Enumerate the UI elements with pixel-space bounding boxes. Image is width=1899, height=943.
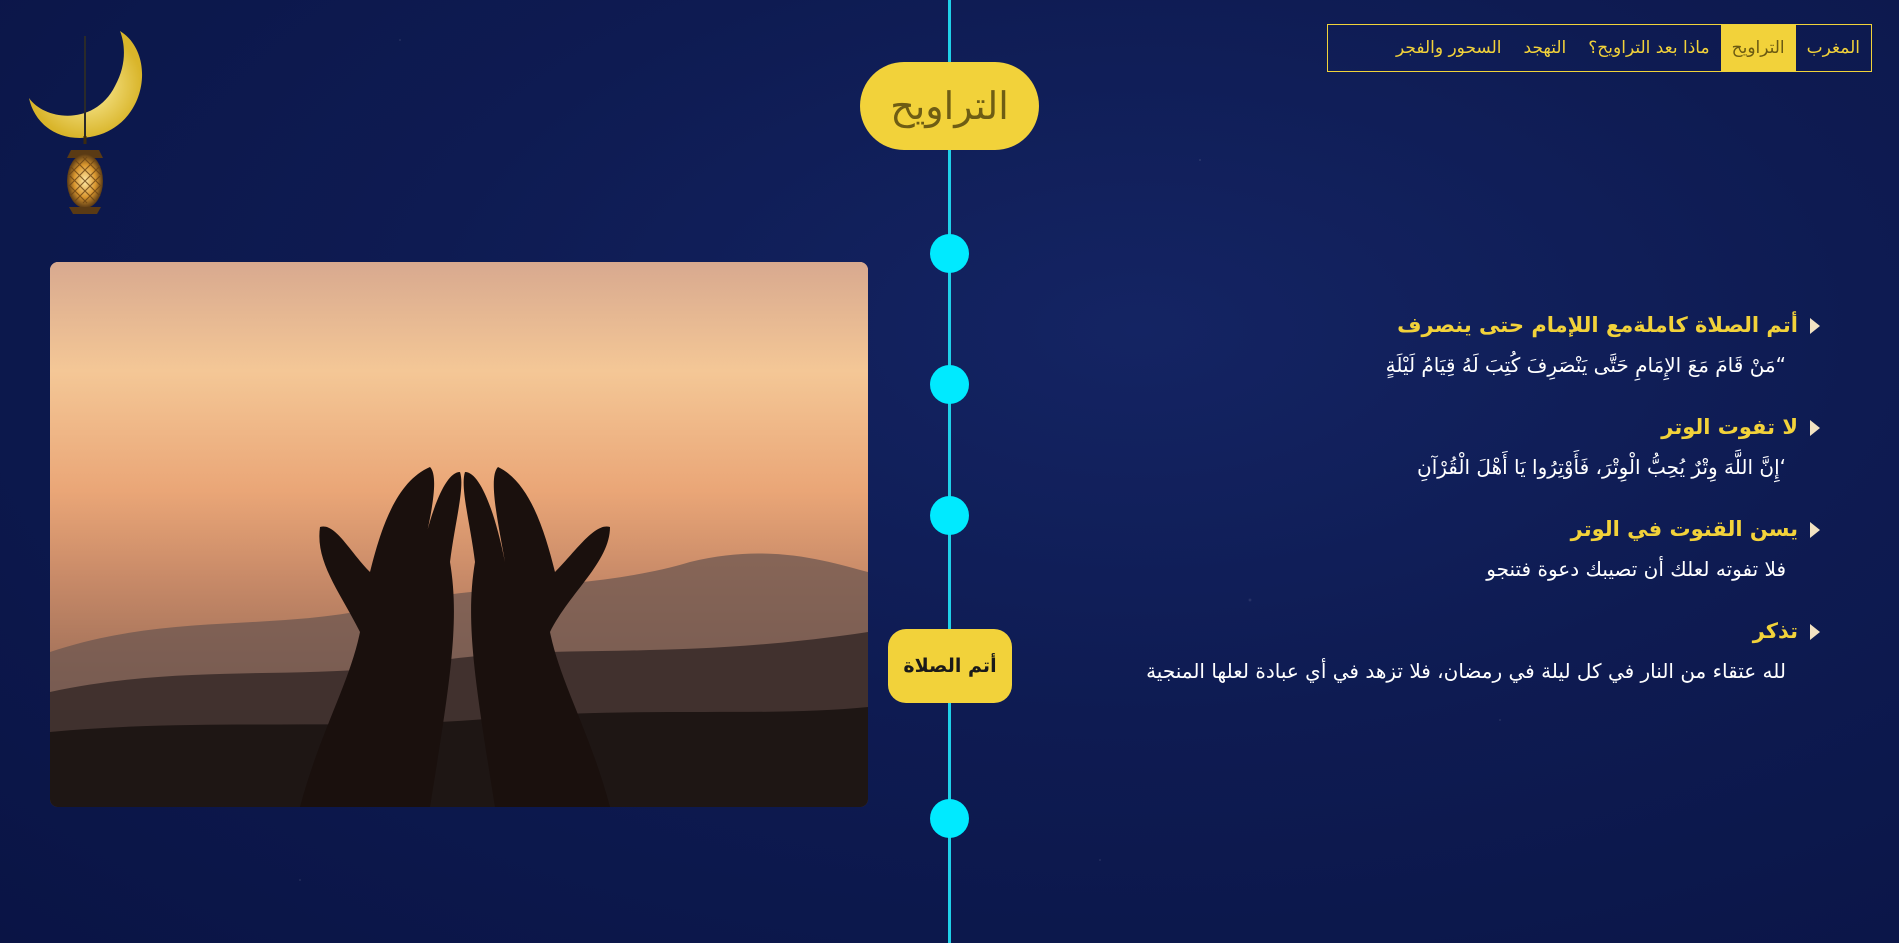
triangle-marker-icon xyxy=(1810,624,1820,640)
item-body: فلا تفوته لعلك أن تصيبك دعوة فتنجو xyxy=(1486,557,1786,581)
timeline-dot xyxy=(930,496,969,535)
item-title: أتم الصلاة كاملةمع اللإمام حتى ينصرف xyxy=(1080,308,1820,342)
timeline-dot xyxy=(930,799,969,838)
main-nav: المغرب التراويح ماذا بعد التراويح؟ التهج… xyxy=(1327,24,1872,72)
nav-item-taraweeh[interactable]: التراويح xyxy=(1720,25,1796,71)
praying-hands-image xyxy=(50,262,868,807)
item-title: لا تفوت الوتر xyxy=(1080,410,1820,444)
item-body: ‘إِنَّ اللَّهَ وِتْرٌ يُحِبُّ الْوِتْرَ،… xyxy=(1417,455,1786,479)
list-item: لا تفوت الوتر ‘إِنَّ اللَّهَ وِتْرٌ يُحِ… xyxy=(1080,410,1820,484)
item-title: تذكر xyxy=(1080,614,1820,648)
item-body: لله عتقاء من النار في كل ليلة في رمضان، … xyxy=(1146,659,1786,683)
timeline-dot xyxy=(930,234,969,273)
triangle-marker-icon xyxy=(1810,420,1820,436)
nav-item-after-taraweeh[interactable]: ماذا بعد التراويح؟ xyxy=(1577,25,1720,71)
nav-item-suhoor-fajr[interactable]: السحور والفجر xyxy=(1385,25,1513,71)
timeline-label: أتم الصلاة xyxy=(888,629,1012,703)
crescent-lantern-icon xyxy=(25,26,145,226)
item-title: يسن القنوت في الوتر xyxy=(1080,512,1820,546)
tips-list: أتم الصلاة كاملةمع اللإمام حتى ينصرف “مَ… xyxy=(1080,308,1820,716)
list-item: أتم الصلاة كاملةمع اللإمام حتى ينصرف “مَ… xyxy=(1080,308,1820,382)
nav-item-tahajjud[interactable]: التهجد xyxy=(1513,25,1578,71)
list-item: يسن القنوت في الوتر فلا تفوته لعلك أن تص… xyxy=(1080,512,1820,586)
list-item: تذكر لله عتقاء من النار في كل ليلة في رم… xyxy=(1080,614,1820,688)
triangle-marker-icon xyxy=(1810,522,1820,538)
triangle-marker-icon xyxy=(1810,318,1820,334)
item-body: “مَنْ قَامَ مَعَ الإِمَامِ حَتَّى يَنْصَ… xyxy=(1385,353,1786,377)
timeline-dot xyxy=(930,365,969,404)
nav-item-maghrib[interactable]: المغرب xyxy=(1796,25,1871,71)
section-title: التراويح xyxy=(860,62,1039,150)
